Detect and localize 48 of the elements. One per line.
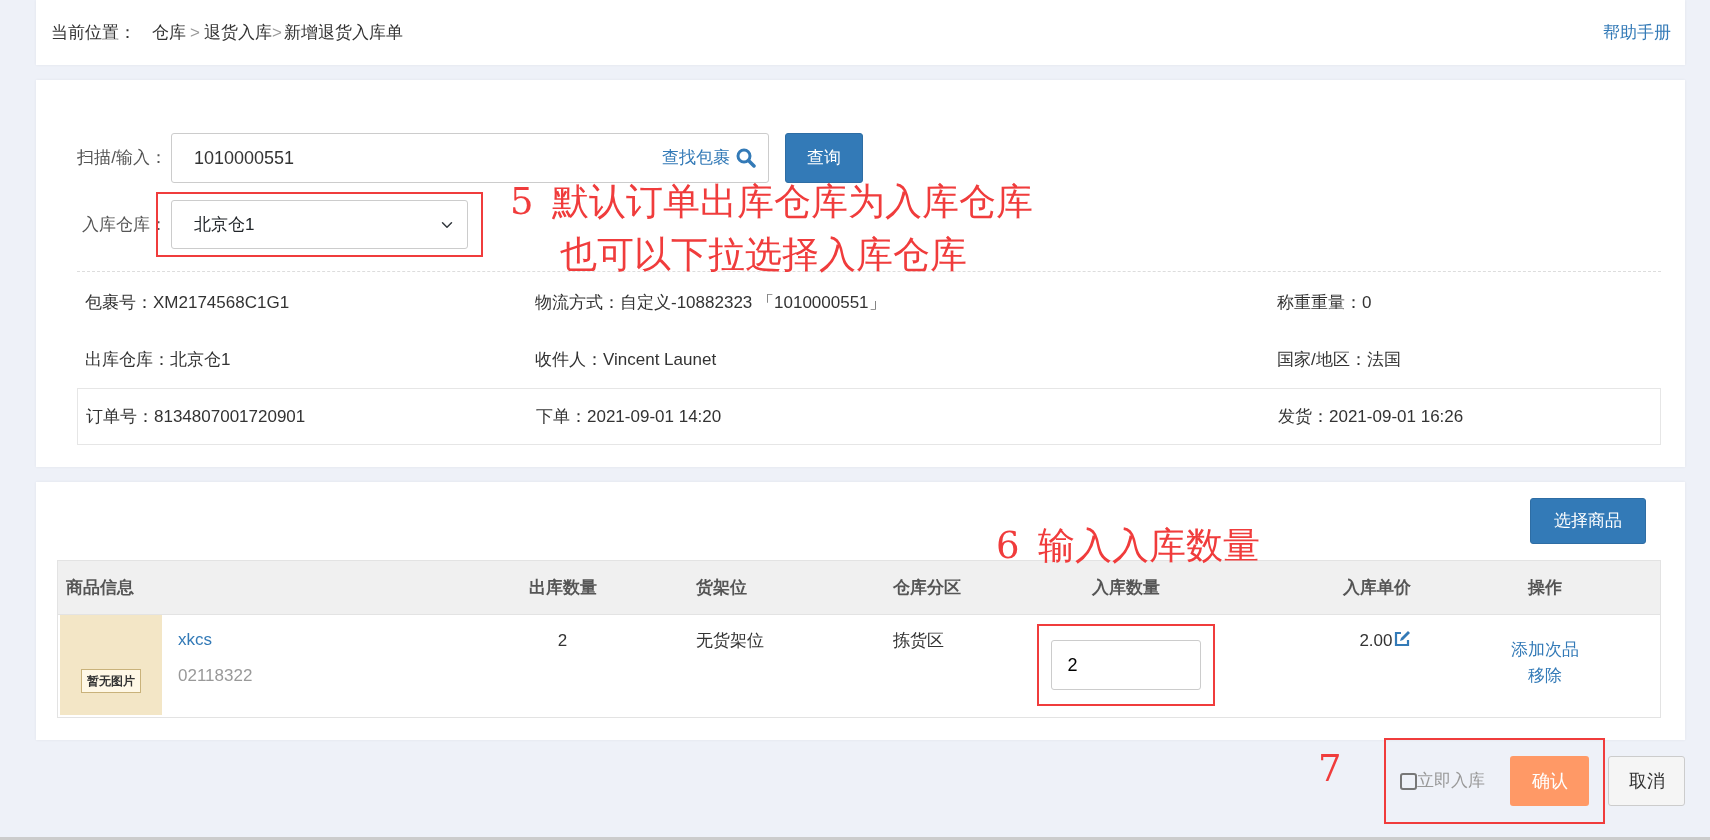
- separator-icon: >: [190, 19, 200, 46]
- select-goods-button[interactable]: 选择商品: [1530, 498, 1646, 544]
- table-cell: 无货架位: [695, 631, 764, 650]
- annotation-text: 也可以下拉选择入库仓库: [560, 232, 967, 278]
- separator-icon: >: [271, 19, 282, 46]
- column-header: 货架位: [695, 577, 747, 597]
- search-field[interactable]: 1010000551 查找包裹: [171, 133, 769, 183]
- breadcrumb-item: 新增退货入库单: [283, 21, 403, 44]
- info-field: 物流方式：自定义-10882323 「1010000551」: [535, 289, 1277, 316]
- help-link[interactable]: 帮助手册: [1603, 19, 1671, 46]
- column-header: 仓库分区: [892, 577, 961, 597]
- info-field: 称重重量：0: [1277, 289, 1372, 316]
- breadcrumb-item[interactable]: 退货入库: [203, 19, 272, 46]
- column-header: 入库单价: [1342, 577, 1411, 597]
- column-header: 出库数量: [528, 577, 597, 597]
- cancel-button[interactable]: 取消: [1608, 756, 1685, 806]
- sku-text: 02118322: [178, 664, 253, 687]
- field-label: 扫描/输入：: [76, 147, 167, 170]
- quantity-input[interactable]: 2: [1050, 640, 1201, 690]
- table-cell: 拣货区: [892, 631, 944, 650]
- column-header: 操作: [1528, 577, 1563, 597]
- field-label: 入库仓库：: [81, 213, 167, 236]
- query-button[interactable]: 查询: [785, 133, 863, 183]
- action-link[interactable]: 添加次品: [1430, 637, 1660, 663]
- info-field: 发货：2021-09-01 16:26: [1278, 403, 1464, 430]
- action-link[interactable]: 移除: [1430, 662, 1660, 688]
- info-field: 国家/地区：法国: [1277, 346, 1401, 373]
- table-cell: 2: [557, 631, 568, 650]
- search-icon: [736, 148, 756, 168]
- info-field: 订单号：8134807001720901: [78, 403, 536, 430]
- no-image-label: 暂无图片: [81, 669, 141, 693]
- info-field: 收件人：Vincent Launet: [535, 346, 1277, 373]
- find-package-link[interactable]: 查找包裹: [662, 145, 756, 171]
- annotation-number: 6: [996, 523, 1020, 569]
- table-cell: 2.00: [1359, 631, 1393, 650]
- column-header: 入库数量: [1091, 577, 1160, 597]
- annotation-text: 输入入库数量: [1038, 523, 1260, 569]
- column-header: 商品信息: [66, 577, 134, 597]
- edit-icon[interactable]: [1392, 630, 1411, 648]
- immediate-stock-checkbox[interactable]: 立即入库: [1400, 768, 1485, 794]
- warehouse-select[interactable]: 北京仓1: [171, 200, 468, 249]
- info-field: 下单：2021-09-01 14:20: [536, 403, 1278, 430]
- annotation-number: 7: [1318, 746, 1342, 792]
- product-name-link[interactable]: xkcs: [178, 627, 253, 653]
- info-field: 出库仓库：北京仓1: [77, 346, 535, 373]
- breadcrumb-item[interactable]: 仓库: [152, 19, 186, 46]
- info-field: 包裹号：XM2174568C1G1: [77, 289, 535, 316]
- breadcrumb-label: 当前位置：: [51, 21, 136, 44]
